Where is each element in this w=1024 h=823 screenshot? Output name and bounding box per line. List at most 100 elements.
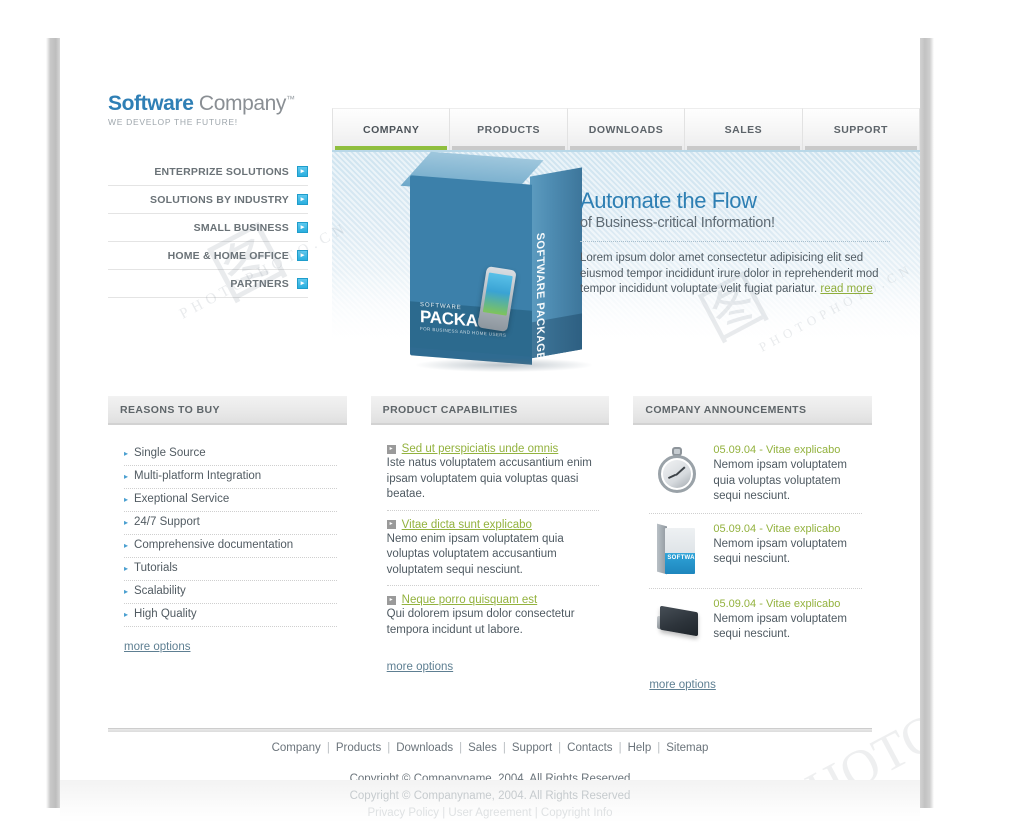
column-body: 05.09.04 - Vitae explicabo Nemom ipsam v…: [633, 425, 872, 693]
reflection-copyright: Copyright © Companyname, 2004. All Right…: [349, 790, 631, 802]
announcement-text: Nemom ipsam voluptatem sequi nesciunt.: [713, 537, 847, 566]
list-item-label: Multi-platform Integration: [134, 470, 262, 482]
footer-separator: |: [657, 742, 661, 754]
list-item[interactable]: ▸ Multi-platform Integration: [124, 466, 337, 489]
sidebar-item-label: ENTERPRIZE SOLUTIONS: [154, 165, 289, 178]
list-item[interactable]: ▸ 24/7 Support: [124, 512, 337, 535]
footer-separator: |: [502, 742, 506, 754]
announcement-body: 05.09.04 - Vitae explicabo Nemom ipsam v…: [713, 443, 862, 505]
site-logo[interactable]: Software Company™ WE DEVELOP THE FUTURE!: [108, 88, 295, 128]
tab-label: SUPPORT: [833, 123, 888, 136]
list-item: ▸ Sed ut perspiciatis unde omnis Iste na…: [386, 443, 600, 511]
sidebar-item-label: PARTNERS: [230, 277, 289, 290]
book-cover: [660, 605, 699, 636]
capability-header: ▸ Neque porro quisquam est: [386, 594, 600, 606]
capability-text: Iste natus voluptatem accusantium enim i…: [386, 457, 592, 500]
box-label: SOFTWARE: [667, 554, 704, 561]
sidebar-item-enterprize-solutions[interactable]: ENTERPRIZE SOLUTIONS ▸: [108, 158, 308, 186]
footer-link-products[interactable]: Products: [336, 742, 381, 754]
sidebar-item-solutions-by-industry[interactable]: SOLUTIONS BY INDUSTRY ▸: [108, 186, 308, 214]
footer-separator: |: [618, 742, 622, 754]
footer-link-help[interactable]: Help: [628, 742, 652, 754]
software-box-illustration: SOFTWARE PACKAGE SOFTWARE PACKAGE FOR BU…: [400, 151, 600, 372]
arrow-square-icon: ▸: [386, 595, 396, 605]
chevron-right-icon: ▸: [297, 250, 308, 261]
footer-separator: |: [558, 742, 562, 754]
column-product-capabilities: PRODUCT CAPABILITIES ▸ Sed ut perspiciat…: [370, 396, 610, 693]
sidebar-item-label: HOME & HOME OFFICE: [167, 249, 289, 262]
capability-text: Qui dolorem ipsum dolor consectetur temp…: [386, 608, 575, 636]
sidebar-item-partners[interactable]: PARTNERS ▸: [108, 270, 308, 298]
software-box-glyph: SOFTWARE: [657, 523, 703, 577]
book-icon: [649, 597, 703, 655]
column-reasons-to-buy: REASONS TO BUY ▸ Single Source ▸ Multi-p…: [108, 396, 347, 693]
hero-subheadline: of Business-critical Information!: [580, 215, 775, 231]
chevron-right-icon: ▸: [297, 222, 308, 233]
column-title: PRODUCT CAPABILITIES: [382, 403, 518, 416]
footer-link-sitemap[interactable]: Sitemap: [666, 742, 708, 754]
primary-nav-tabs: COMPANY PRODUCTS DOWNLOADS SALES SUPPORT: [332, 108, 920, 150]
footer-link-support[interactable]: Support: [512, 742, 552, 754]
page-shadow-left: [46, 38, 60, 808]
list-item[interactable]: ▸ Single Source: [124, 443, 337, 466]
footer-link-contacts[interactable]: Contacts: [567, 742, 612, 754]
sidebar-item-home-and-home-office[interactable]: HOME & HOME OFFICE ▸: [108, 242, 308, 270]
tab-company[interactable]: COMPANY: [332, 108, 450, 150]
page-shadow-right: [920, 38, 934, 808]
announcement-date[interactable]: 05.09.04 - Vitae explicabo: [713, 522, 862, 537]
bullet-arrow-icon: ▸: [124, 495, 129, 504]
list-item: 05.09.04 - Vitae explicabo Nemom ipsam v…: [649, 597, 862, 663]
box-front: [665, 527, 696, 574]
tab-products[interactable]: PRODUCTS: [449, 108, 567, 150]
more-options-link-announcements[interactable]: more options: [649, 679, 715, 691]
upper-content-row: ENTERPRIZE SOLUTIONS ▸ SOLUTIONS BY INDU…: [60, 150, 920, 396]
footer-separator: |: [459, 742, 463, 754]
column-body: ▸ Single Source ▸ Multi-platform Integra…: [108, 425, 347, 655]
footer-link-sales[interactable]: Sales: [468, 742, 497, 754]
bullet-arrow-icon: ▸: [124, 541, 129, 550]
footer-link-company[interactable]: Company: [272, 742, 321, 754]
bullet-arrow-icon: ▸: [124, 449, 129, 458]
tab-sales[interactable]: SALES: [684, 108, 802, 150]
website-page: Software Company™ WE DEVELOP THE FUTURE!…: [60, 38, 920, 780]
announcement-date[interactable]: 05.09.04 - Vitae explicabo: [713, 443, 862, 458]
announcement-date[interactable]: 05.09.04 - Vitae explicabo: [713, 597, 862, 612]
box-spine-text: SOFTWARE PACKAGE: [534, 231, 546, 359]
list-item[interactable]: ▸ Scalability: [124, 581, 337, 604]
hero-divider: [580, 241, 890, 242]
book-glyph: [655, 605, 701, 641]
stopwatch-glyph: [657, 447, 697, 495]
logo-word-strong: Software: [108, 92, 194, 115]
column-header: COMPANY ANNOUNCEMENTS: [633, 396, 873, 425]
bullet-arrow-icon: ▸: [124, 564, 129, 573]
more-options-link-reasons[interactable]: more options: [124, 641, 190, 653]
chevron-right-icon: ▸: [297, 278, 308, 289]
list-item-label: Comprehensive documentation: [134, 539, 294, 551]
tab-downloads[interactable]: DOWNLOADS: [566, 108, 685, 150]
list-item[interactable]: ▸ High Quality: [124, 604, 337, 627]
list-item[interactable]: ▸ Comprehensive documentation: [124, 535, 337, 558]
read-more-link[interactable]: read more: [820, 283, 872, 295]
announcement-body: 05.09.04 - Vitae explicabo Nemom ipsam v…: [713, 597, 862, 655]
capability-link[interactable]: Sed ut perspiciatis unde omnis: [402, 443, 559, 455]
box-side-face: SOFTWARE PACKAGE: [530, 167, 582, 359]
footer-link-downloads[interactable]: Downloads: [396, 742, 453, 754]
list-item[interactable]: ▸ Exeptional Service: [124, 489, 337, 512]
logo-word-rest: Company: [193, 92, 287, 115]
hero-top-border: [332, 150, 920, 152]
capability-link[interactable]: Vitae dicta sunt explicabo: [402, 519, 532, 531]
sidebar-item-small-business[interactable]: SMALL BUSINESS ▸: [108, 214, 308, 242]
bullet-arrow-icon: ▸: [124, 518, 129, 527]
stopwatch-icon: [649, 443, 703, 501]
tab-support[interactable]: SUPPORT: [801, 108, 920, 150]
hero-paragraph: Lorem ipsum dolor amet consectetur adipi…: [580, 251, 890, 298]
capability-link[interactable]: Neque porro quisquam est: [402, 594, 538, 606]
tab-label: COMPANY: [363, 123, 420, 136]
list-item[interactable]: ▸ Tutorials: [124, 558, 337, 581]
capability-text: Nemo enim ipsam voluptatem quia voluptas…: [386, 532, 564, 576]
arrow-square-icon: ▸: [386, 444, 396, 454]
bullet-arrow-icon: ▸: [124, 587, 129, 596]
more-options-link-capabilities[interactable]: more options: [387, 661, 453, 673]
chevron-right-icon: ▸: [297, 166, 308, 177]
pda-screen: [482, 272, 513, 316]
